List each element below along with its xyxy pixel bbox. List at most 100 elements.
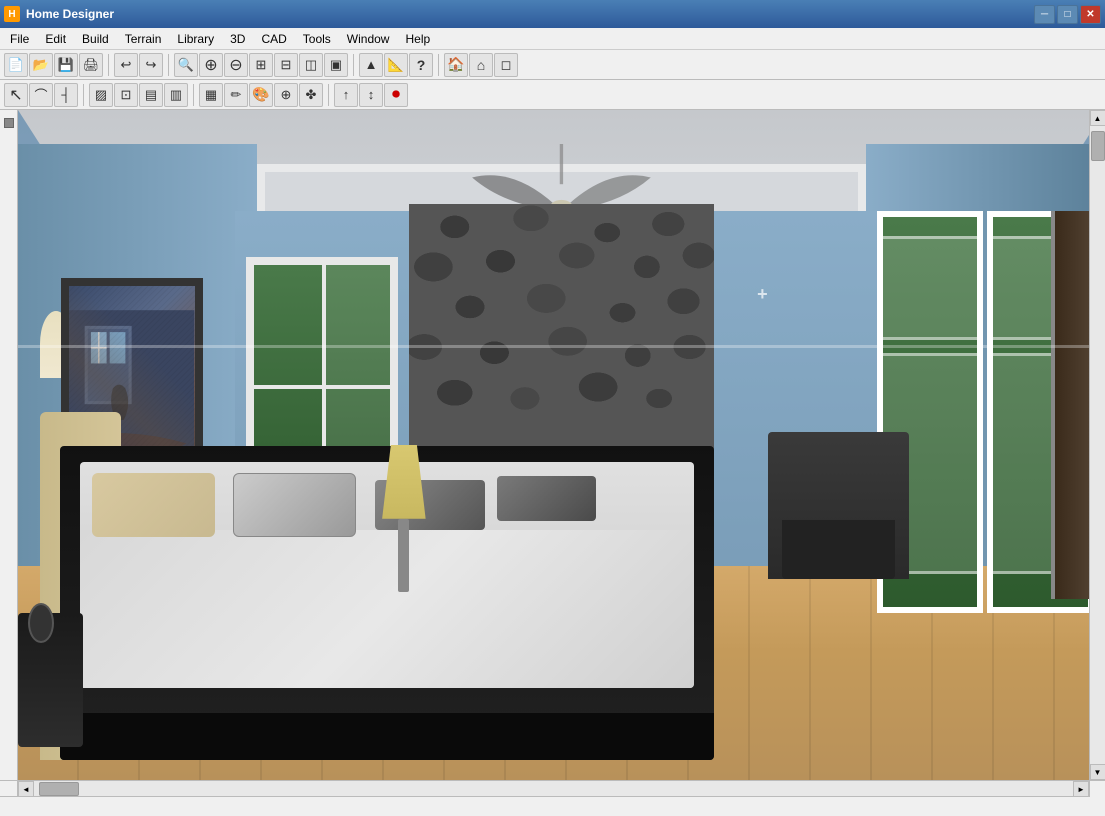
title-bar: H Home Designer ─ □ ✕	[0, 0, 1105, 28]
menu-terrain[interactable]: Terrain	[117, 30, 170, 48]
app-icon: H	[4, 6, 20, 22]
menu-window[interactable]: Window	[339, 30, 398, 48]
transform-tools: ↑ ↕ ⏺	[334, 83, 408, 107]
menu-file[interactable]: File	[2, 30, 37, 48]
zoom-box-button[interactable]: ▣	[324, 53, 348, 77]
undo-redo-tools: ↩ ↪	[114, 53, 163, 77]
left-panel-toggle[interactable]	[4, 118, 14, 128]
window-controls: ─ □ ✕	[1034, 5, 1101, 24]
armchair	[768, 432, 909, 579]
scroll-right-button[interactable]: ►	[1073, 781, 1089, 797]
scroll-up-button[interactable]: ▲	[1090, 110, 1105, 126]
view3d-tools: 🏠 ⌂ ◻	[444, 53, 518, 77]
separator-6	[193, 84, 194, 106]
measure-button[interactable]: 📐	[384, 53, 408, 77]
up-arrow-button[interactable]: ▲	[359, 53, 383, 77]
file-tools: 📄 📂 💾 🖨	[4, 53, 103, 77]
nightstand	[18, 613, 83, 747]
separator-2	[168, 54, 169, 76]
3d-view-button[interactable]: 🏠	[444, 53, 468, 77]
main-area: ▲ ▼	[0, 110, 1105, 780]
separator-4	[438, 54, 439, 76]
pillow-1	[92, 473, 215, 536]
separator-5	[83, 84, 84, 106]
fit-selection-button[interactable]: ⊟	[274, 53, 298, 77]
cursor-crosshair	[757, 284, 773, 300]
app-title: Home Designer	[26, 7, 1034, 21]
separator-1	[108, 54, 109, 76]
room-tool-button[interactable]: ▥	[164, 83, 188, 107]
scroll-track-vertical[interactable]	[1090, 126, 1105, 764]
pillow-4	[497, 476, 595, 521]
arc-tool-button[interactable]: ⌒	[29, 83, 53, 107]
toolbar-secondary: ↖ ⌒ ┤ ▨ ⊡ ▤ ▥ ▦ ✏ 🎨 ⊕ ✤ ↑ ↕ ⏺	[0, 80, 1105, 110]
redo-button[interactable]: ↪	[139, 53, 163, 77]
lamp-base	[398, 519, 409, 593]
select-tools: ↖ ⌒ ┤	[4, 83, 78, 107]
status-bar	[0, 796, 1105, 816]
menu-tools[interactable]: Tools	[295, 30, 339, 48]
fit-page-button[interactable]: ⊞	[249, 53, 273, 77]
cabinet-tool-button[interactable]: ▦	[199, 83, 223, 107]
vertical-scrollbar: ▲ ▼	[1089, 110, 1105, 780]
paint-tool-button[interactable]: ✏	[224, 83, 248, 107]
menu-library[interactable]: Library	[169, 30, 222, 48]
view-all-button[interactable]: ◫	[299, 53, 323, 77]
floor-lamp	[377, 445, 431, 592]
nav-tools: ▲ 📐 ?	[359, 53, 433, 77]
menu-build[interactable]: Build	[74, 30, 117, 48]
menu-cad[interactable]: CAD	[253, 30, 294, 48]
crown-molding	[18, 345, 1105, 348]
scroll-down-button[interactable]: ▼	[1090, 764, 1105, 780]
clock	[28, 603, 54, 643]
zoom-out-button[interactable]: ⊖	[224, 53, 248, 77]
menu-edit[interactable]: Edit	[37, 30, 74, 48]
build-tools: ▨ ⊡ ▤ ▥	[89, 83, 188, 107]
stair-tool-button[interactable]: ▤	[139, 83, 163, 107]
window-tool-button[interactable]: ⊡	[114, 83, 138, 107]
floor-view-button[interactable]: ◻	[494, 53, 518, 77]
minimize-button[interactable]: ─	[1034, 5, 1055, 24]
fixture-tool-button[interactable]: ⊕	[274, 83, 298, 107]
scroll-thumb-vertical[interactable]	[1091, 131, 1105, 161]
move-tool-button[interactable]: ↑	[334, 83, 358, 107]
left-panel	[0, 110, 18, 780]
close-button[interactable]: ✕	[1080, 5, 1101, 24]
wall-tool-button[interactable]: ┤	[54, 83, 78, 107]
scroll-left-button[interactable]: ◄	[18, 781, 34, 797]
roof-view-button[interactable]: ⌂	[469, 53, 493, 77]
pillow-2	[233, 473, 356, 536]
menu-help[interactable]: Help	[397, 30, 438, 48]
scroll-thumb-horizontal[interactable]	[39, 782, 79, 796]
new-button[interactable]: 📄	[4, 53, 28, 77]
record-button[interactable]: ⏺	[384, 83, 408, 107]
scroll-track-horizontal[interactable]	[34, 781, 1073, 796]
open-button[interactable]: 📂	[29, 53, 53, 77]
scrollbar-corner	[1089, 781, 1105, 797]
help-context-button[interactable]: ?	[409, 53, 433, 77]
plant-tool-button[interactable]: ✤	[299, 83, 323, 107]
undo-button[interactable]: ↩	[114, 53, 138, 77]
menu-bar: File Edit Build Terrain Library 3D CAD T…	[0, 28, 1105, 50]
bed-base	[60, 713, 714, 760]
print-button[interactable]: 🖨	[79, 53, 103, 77]
lamp-shade	[382, 445, 426, 519]
toolbar-primary: 📄 📂 💾 🖨 ↩ ↪ 🔍 ⊕ ⊖ ⊞ ⊟ ◫ ▣ ▲ 📐 ? 🏠 ⌂ ◻	[0, 50, 1105, 80]
transform-tool-button[interactable]: ↕	[359, 83, 383, 107]
horizontal-scrollbar-row: ◄ ►	[0, 780, 1105, 796]
maximize-button[interactable]: □	[1057, 5, 1078, 24]
save-button[interactable]: 💾	[54, 53, 78, 77]
3d-scene	[18, 110, 1105, 780]
material-tool-button[interactable]: 🎨	[249, 83, 273, 107]
menu-3d[interactable]: 3D	[222, 30, 253, 48]
viewport-3d[interactable]: ▲ ▼	[18, 110, 1105, 780]
zoom-tools: 🔍 ⊕ ⊖ ⊞ ⊟ ◫ ▣	[174, 53, 348, 77]
material-tools: ▦ ✏ 🎨 ⊕ ✤	[199, 83, 323, 107]
separator-7	[328, 84, 329, 106]
separator-3	[353, 54, 354, 76]
zoom-tools-button[interactable]: 🔍	[174, 53, 198, 77]
select-tool-button[interactable]: ↖	[4, 83, 28, 107]
zoom-in-button[interactable]: ⊕	[199, 53, 223, 77]
door-tool-button[interactable]: ▨	[89, 83, 113, 107]
left-panel-spacer	[0, 781, 18, 796]
